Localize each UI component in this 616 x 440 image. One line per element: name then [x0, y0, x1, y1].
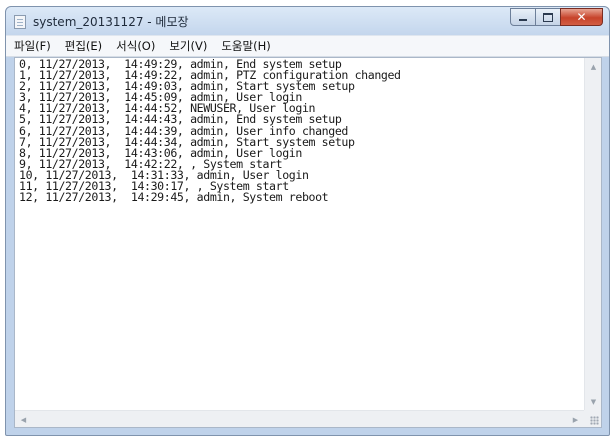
scrollbar-corner	[584, 410, 601, 427]
menu-view[interactable]: 보기(V)	[168, 37, 208, 55]
maximize-icon	[543, 12, 553, 22]
close-button[interactable]: ✕	[560, 8, 603, 26]
menu-file[interactable]: 파일(F)	[13, 37, 52, 55]
text-editor[interactable]: 0, 11/27/2013, 14:49:29, admin, End syst…	[14, 57, 602, 428]
horizontal-scrollbar[interactable]: ◀ ▶	[15, 410, 584, 427]
title-bar[interactable]: system_20131127 - 메모장 ✕	[6, 7, 609, 35]
menu-format[interactable]: 서식(O)	[115, 37, 156, 55]
menu-bar: 파일(F) 편집(E) 서식(O) 보기(V) 도움말(H)	[6, 35, 609, 57]
scroll-down-icon[interactable]: ▼	[585, 393, 602, 410]
scroll-up-icon[interactable]: ▲	[585, 58, 602, 75]
vertical-scrollbar[interactable]: ▲ ▼	[584, 58, 601, 410]
minimize-button[interactable]	[510, 8, 536, 26]
window-controls: ✕	[510, 8, 603, 27]
log-line: 12, 11/27/2013, 14:29:45, admin, System …	[19, 190, 329, 205]
notepad-icon	[14, 15, 26, 29]
maximize-button[interactable]	[535, 8, 561, 26]
scroll-left-icon[interactable]: ◀	[15, 411, 32, 428]
menu-help[interactable]: 도움말(H)	[220, 37, 271, 55]
close-icon: ✕	[576, 10, 587, 24]
scroll-right-icon[interactable]: ▶	[567, 411, 584, 428]
minimize-icon	[519, 18, 527, 21]
notepad-window: system_20131127 - 메모장 ✕ 파일(F) 편집(E) 서식(O…	[5, 6, 610, 436]
menu-edit[interactable]: 편집(E)	[64, 37, 103, 55]
resize-grip-icon[interactable]	[590, 416, 599, 425]
window-title: system_20131127 - 메모장	[33, 15, 189, 29]
text-content[interactable]: 0, 11/27/2013, 14:49:29, admin, End syst…	[15, 58, 584, 410]
